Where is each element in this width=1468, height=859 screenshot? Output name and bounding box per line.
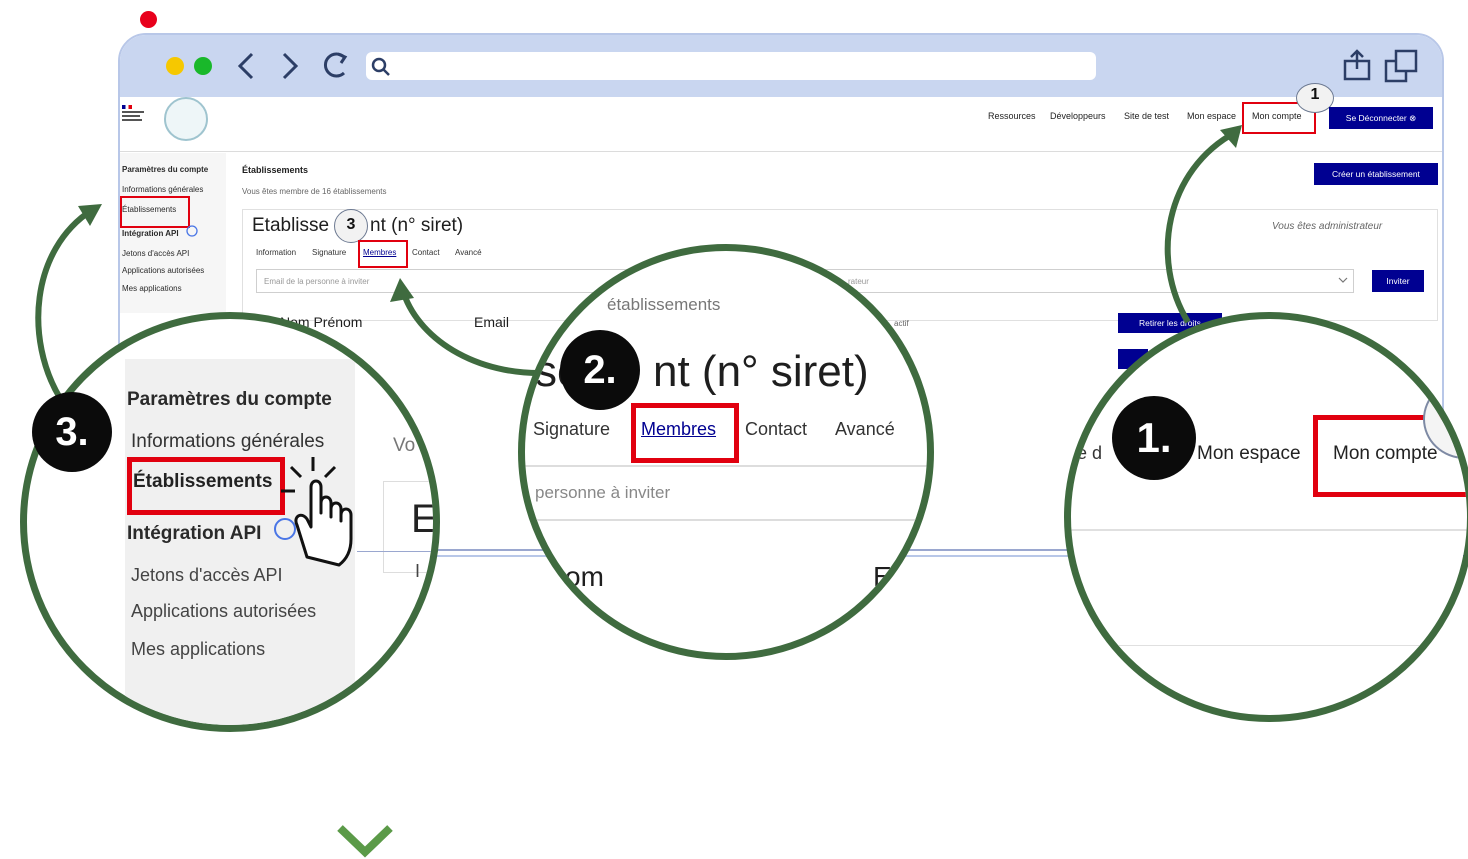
zoom1-link-mon-compte[interactable]: Mon compte xyxy=(1333,443,1438,465)
hand-pointer-icon xyxy=(281,457,353,567)
zoom2-input-placeholder: personne à inviter xyxy=(535,483,671,502)
zoom-circle-sidebar: Paramètres du compte Informations généra… xyxy=(20,312,440,732)
step-badge-2: 2. xyxy=(560,330,640,410)
zoom2-tab-contact[interactable]: Contact xyxy=(745,419,807,440)
chevron-down-green-icon xyxy=(337,825,393,858)
zoom3-item-integration[interactable]: Intégration API xyxy=(127,523,261,545)
zoom2-tab-avance[interactable]: Avancé xyxy=(835,419,895,440)
zoom3-partial-e: E xyxy=(411,497,438,541)
zoom-circle-mon-compte: e d Mon espace Mon compte V xyxy=(1064,312,1468,722)
zoom2-tab-membres[interactable]: Membres xyxy=(641,419,716,440)
zoom2-tab-signature[interactable]: Signature xyxy=(533,419,610,440)
zoom2-column-nom: om xyxy=(565,561,604,592)
zoom1-link-mon-espace[interactable]: Mon espace xyxy=(1197,443,1301,465)
zoom2-top-text: établissements xyxy=(607,295,721,314)
zoom-circle-membres: établissements se nt (n° siret) Signatur… xyxy=(518,244,934,660)
zoom3-item-etablissements[interactable]: Établissements xyxy=(133,471,272,493)
zoom3-item-applications[interactable]: Applications autorisées xyxy=(131,601,316,622)
zoom3-partial-i: I xyxy=(415,561,421,581)
step-badge-1: 1. xyxy=(1112,396,1196,480)
zoom2-title-right: nt (n° siret) xyxy=(653,347,869,396)
zoom2-column-email: E xyxy=(873,561,892,592)
zoom3-title: Paramètres du compte xyxy=(127,389,332,410)
zoom3-item-jetons[interactable]: Jetons d'accès API xyxy=(131,565,283,586)
zoom3-item-mes-applications[interactable]: Mes applications xyxy=(131,639,265,660)
zoom1-header-divider xyxy=(1071,529,1467,531)
arrow-to-mon-compte xyxy=(1164,129,1238,324)
arrow-to-membres-head xyxy=(390,278,414,302)
zoom1-links-prefix: e d xyxy=(1077,443,1103,463)
zoom1-tail-text: V xyxy=(1379,679,1392,699)
zoom1-divider-2 xyxy=(1071,645,1467,646)
zoom3-partial-vo: Vo xyxy=(393,435,416,456)
step-badge-3: 3. xyxy=(32,392,112,472)
